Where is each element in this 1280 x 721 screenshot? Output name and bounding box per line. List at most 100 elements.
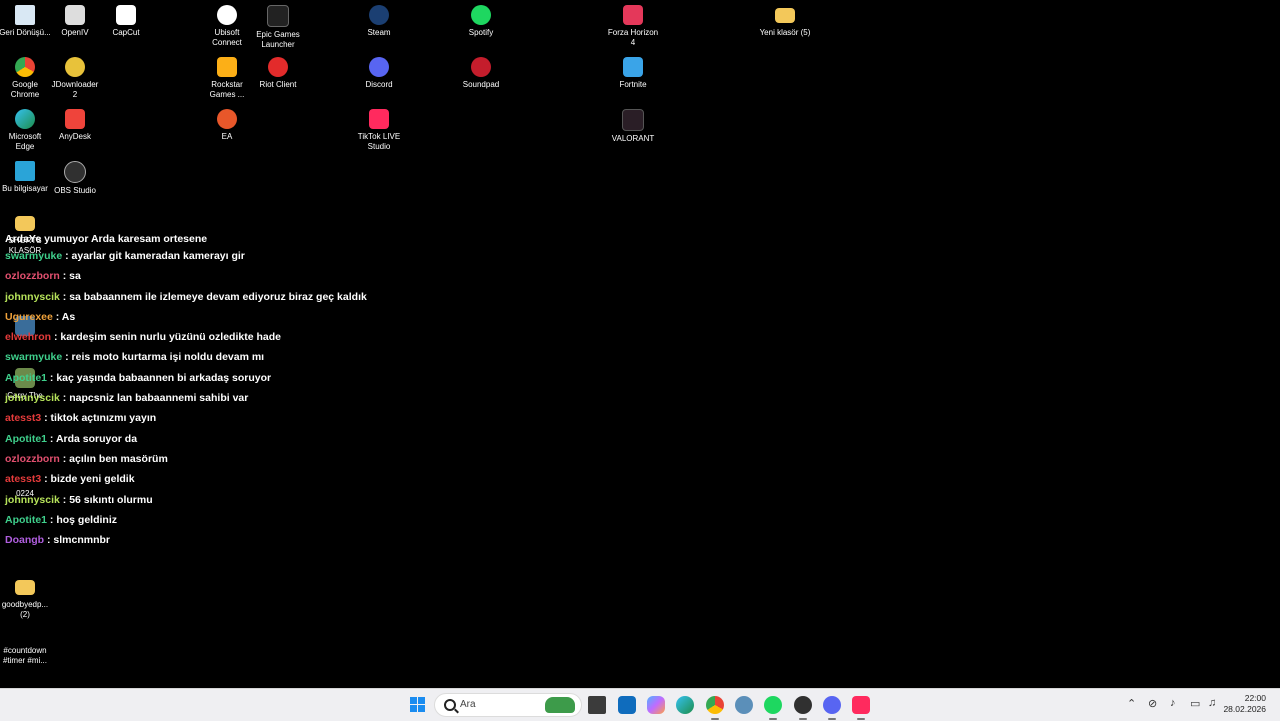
chat-message: Doangb : slmcnmnbr [5,530,605,550]
desktop-icon-capcut[interactable]: CapCut [100,5,152,38]
chat-message-text: : açılın ben masörüm [62,452,168,465]
desktop-icon-anydesk[interactable]: AnyDesk [49,109,101,142]
chat-message-text: : slmcnmnbr [47,534,111,547]
steam-icon [369,5,389,25]
desktop-icon-riot[interactable]: Riot Client [252,57,304,90]
desktop-icon-ubisoft[interactable]: Ubisoft Connect [201,5,253,48]
desktop-icon-spotify[interactable]: Spotify [455,5,507,38]
rockstar-icon [217,57,237,77]
obs-icon[interactable] [794,696,812,720]
desktop-icon-steam[interactable]: Steam [353,5,405,38]
desktop-icon-openiv[interactable]: OpenIV [49,5,101,38]
live-chat-overlay: ArdaYe yumuyor Arda karesam ortesene swa… [5,234,605,550]
chat-message-text: : napcsniz lan babaannemi sahibi var [62,392,249,405]
display-icon[interactable]: ▭ [1190,697,1200,710]
chat-username: Doangb [5,534,45,547]
capcut-icon [116,5,136,25]
taskbar-search[interactable]: Ara [434,693,582,717]
chat-username: atesst3 [5,473,42,486]
chat-message-text: : tiktok açtınızmı yayın [44,412,157,425]
chat-username: swarmyuke [5,351,63,364]
chat-username: johnnyscik [5,392,60,405]
chat-message-text: : kardeşim senin nurlu yüzünü ozledikte … [54,331,281,344]
taskbar-clock[interactable]: 22:00 28.02.2026 [1223,693,1266,715]
chat-message-text: : kaç yaşında babaannen bi arkadaş soruy… [49,371,272,384]
chat-username: Ugurexee [5,310,53,323]
folder-icon [775,8,795,23]
desktop-icon-this-pc[interactable]: Bu bilgisayar [0,161,51,194]
fortnite-icon [623,57,643,77]
network-off-icon[interactable]: ⊘ [1148,697,1157,710]
chat-username: swarmyuke [5,250,63,262]
chat-message-text: : reis moto kurtarma işi noldu devam mı [65,351,265,364]
desktop-icon-epic-games[interactable]: Epic Games Launcher [252,5,304,50]
chat-username: Apotite1 [5,371,47,384]
chat-username: Apotite1 [5,513,47,526]
chat-message: Apotite1 : kaç yaşında babaannen bi arka… [5,368,605,388]
search-icon [444,699,456,711]
desktop-icon-countdown-video[interactable]: #countdown #timer #mi... [0,629,51,666]
obs-icon [64,161,86,183]
chat-message: ozlozzborn : açılın ben masörüm [5,449,605,469]
desktop-icon-jdownloader[interactable]: JDownloader 2 [49,57,101,100]
chat-message: Ugurexee : As [5,307,605,327]
settings-icon[interactable] [735,696,753,714]
edge-icon [15,109,35,129]
chat-message-text: : 56 sıkıntı olurmu [62,493,153,506]
start-button[interactable] [410,697,426,713]
tiktok-live-icon[interactable] [852,696,870,720]
chat-username: elwehron [5,331,52,344]
chat-message: swarmyuke : reis moto kurtarma işi noldu… [5,347,605,367]
chat-username: ozlozzborn [5,452,60,465]
desktop-icon-rockstar[interactable]: Rockstar Games ... [201,57,253,100]
desktop-icon-forza[interactable]: Forza Horizon 4 [607,5,659,48]
search-highlight-image [545,697,575,713]
spotify-icon [471,5,491,25]
soundpad-icon [471,57,491,77]
discord-icon[interactable] [823,696,841,720]
desktop-icon-goodbye-folder[interactable]: goodbyedp... (2) [0,577,51,620]
chat-message-text: : sa [62,270,81,283]
chat-message: johnnyscik : 56 sıkıntı olurmu [5,490,605,510]
chat-message: johnnyscik : napcsniz lan babaannemi sah… [5,388,605,408]
desktop-icon-soundpad[interactable]: Soundpad [455,57,507,90]
chevron-up-icon[interactable]: ⌃ [1127,697,1136,710]
chat-username: ozlozzborn [5,270,60,283]
copilot-icon[interactable] [647,696,665,714]
desktop-icon-yeni-klasor[interactable]: Yeni klasör (5) [759,5,811,38]
desktop-icon-edge[interactable]: Microsoft Edge [0,109,51,152]
chat-message: atesst3 : tiktok açtınızmı yayın [5,408,605,428]
desktop-icon-obs[interactable]: OBS Studio [49,161,101,196]
clock-date: 28.02.2026 [1223,704,1266,714]
forza-icon [623,5,643,25]
file-explorer-icon[interactable] [588,696,606,714]
chat-message-text: : ayarlar git kameradan kamerayı gir [65,250,245,262]
chat-message: johnnyscik : sa babaannem ile izlemeye d… [5,287,605,307]
desktop-icon-chrome[interactable]: Google Chrome [0,57,51,100]
microphone-icon[interactable]: ♪ [1170,697,1176,709]
openiv-icon [65,5,85,25]
search-placeholder: Ara [460,699,476,710]
folder-icon [15,216,35,231]
desktop-icon-fortnite[interactable]: Fortnite [607,57,659,90]
chat-message-text: : Arda soruyor da [49,432,138,445]
jdownloader-icon [65,57,85,77]
taskbar: Ara ⌃ ⊘ ♪ ▭ ♫ 22:00 28.02.2026 [0,688,1280,721]
desktop-icon-discord[interactable]: Discord [353,57,405,90]
chat-message-text: : bizde yeni geldik [44,473,135,486]
chrome-icon[interactable] [706,696,724,720]
ea-icon [217,109,237,129]
desktop-icon-ea[interactable]: EA [201,109,253,142]
chat-message-text: : sa babaannem ile izlemeye devam ediyor… [62,290,367,303]
video-file-icon [15,629,35,643]
outlook-icon[interactable] [618,696,636,714]
volume-icon[interactable]: ♫ [1208,697,1216,709]
desktop-icon-tiktok-live[interactable]: TikTok LIVE Studio [353,109,405,152]
chat-message: elwehron : kardeşim senin nurlu yüzünü o… [5,327,605,347]
chat-message: ozlozzborn : sa [5,266,605,286]
chat-username: johnnyscik [5,290,60,303]
spotify-icon[interactable] [764,696,782,720]
desktop-icon-recycle-bin[interactable]: Geri Dönüşü... [0,5,51,38]
edge-icon[interactable] [676,696,694,714]
desktop-icon-valorant[interactable]: VALORANT [607,109,659,144]
